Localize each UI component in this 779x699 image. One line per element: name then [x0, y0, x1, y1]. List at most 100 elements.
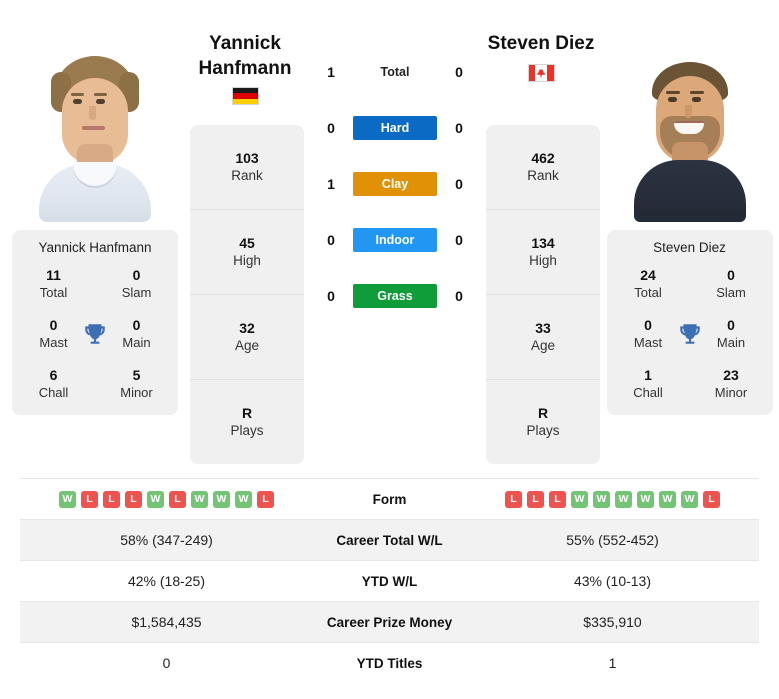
- left-ytd-wl: 42% (18-25): [20, 560, 313, 602]
- form-badge[interactable]: W: [59, 490, 76, 508]
- h2h-row-grass: 0 Grass 0: [304, 282, 486, 310]
- h2h-hard-left: 0: [327, 120, 335, 136]
- right-titles-slam-value: 0: [727, 267, 735, 283]
- form-badge[interactable]: L: [125, 490, 142, 508]
- left-titles-minor-value: 5: [132, 367, 141, 383]
- left-career-prize-money: $1,584,435: [20, 601, 313, 643]
- left-info-plays-label: Plays: [230, 423, 264, 438]
- left-titles-grid: 11 Total 0 Slam 0 Mast 0 Main 6 Chall 5 …: [12, 267, 178, 401]
- right-titles-chall-value: 1: [644, 367, 652, 383]
- right-info-age-value: 33: [535, 320, 551, 336]
- right-titles-slam: 0 Slam: [690, 267, 773, 301]
- left-titles-total-label: Total: [39, 285, 68, 300]
- stat-label-career-prize-money: Career Prize Money: [313, 601, 466, 643]
- form-badge[interactable]: L: [505, 490, 522, 508]
- h2h-grass-label[interactable]: Grass: [353, 284, 437, 308]
- form-badge[interactable]: W: [637, 490, 654, 508]
- form-badge[interactable]: L: [81, 490, 98, 508]
- right-info-age: 33 Age: [486, 295, 600, 380]
- left-info-high: 45 High: [190, 210, 304, 295]
- left-form-badges: W L L L W L W W W L: [20, 490, 313, 508]
- right-titles-slam-label: Slam: [716, 285, 746, 300]
- form-badge[interactable]: L: [257, 490, 274, 508]
- right-info-age-label: Age: [530, 338, 556, 353]
- right-form-cell: L L L W W W W W W L: [466, 478, 759, 520]
- h2h-hard-right: 0: [455, 120, 463, 136]
- form-badge[interactable]: W: [191, 490, 208, 508]
- left-titles-chall-label: Chall: [38, 385, 69, 400]
- right-career-prize-money: $335,910: [466, 601, 759, 643]
- left-titles-slam-label: Slam: [121, 285, 152, 300]
- left-titles-minor: 5 Minor: [95, 367, 178, 401]
- h2h-row-hard: 0 Hard 0: [304, 114, 486, 142]
- right-titles-grid: 24 Total 0 Slam 0 Mast 0 Main 1 Chall 23…: [607, 267, 773, 401]
- h2h-row-total: 1 Total 0: [304, 58, 486, 86]
- form-badge[interactable]: L: [527, 490, 544, 508]
- h2h-clay-right: 0: [455, 176, 463, 192]
- h2h-indoor-left: 0: [327, 232, 335, 248]
- player-comparison-page: Yannick Hanfmann 11 Total 0 Slam 0 Mast: [0, 0, 779, 699]
- form-badge[interactable]: L: [703, 490, 720, 508]
- right-titles-player-name: Steven Diez: [653, 240, 726, 255]
- right-titles-chall-label: Chall: [633, 385, 663, 400]
- right-info-plays-value: R: [537, 405, 549, 421]
- right-info-rank-label: Rank: [527, 168, 559, 183]
- form-badge[interactable]: W: [213, 490, 230, 508]
- right-form-badges: L L L W W W W W W L: [466, 490, 759, 508]
- h2h-total-left: 1: [327, 64, 335, 80]
- form-badge[interactable]: W: [659, 490, 676, 508]
- left-player-column: Yannick Hanfmann 11 Total 0 Slam 0 Mast: [0, 0, 190, 415]
- form-badge[interactable]: W: [615, 490, 632, 508]
- form-badge[interactable]: W: [681, 490, 698, 508]
- comparison-header: Yannick Hanfmann 11 Total 0 Slam 0 Mast: [0, 0, 779, 478]
- trophy-icon: [679, 324, 700, 344]
- form-badge[interactable]: W: [147, 490, 164, 508]
- left-titles-total: 11 Total: [12, 267, 95, 301]
- form-badge[interactable]: W: [593, 490, 610, 508]
- h2h-hard-label[interactable]: Hard: [353, 116, 437, 140]
- form-badge[interactable]: L: [169, 490, 186, 508]
- head-to-head-panel: 1 Total 0 0 Hard 0 1 Clay 0 0 Indoor 0 0: [304, 0, 486, 310]
- right-titles-minor: 23 Minor: [690, 367, 773, 401]
- right-player-column: Steven Diez 24 Total 0 Slam 0 Mast 0 Mai…: [600, 0, 779, 415]
- left-titles-slam: 0 Slam: [95, 267, 178, 301]
- form-badge[interactable]: L: [103, 490, 120, 508]
- left-info-rank-label: Rank: [231, 168, 263, 183]
- form-badge[interactable]: W: [571, 490, 588, 508]
- stat-label-ytd-wl: YTD W/L: [313, 560, 466, 602]
- left-ytd-titles: 0: [20, 642, 313, 684]
- left-titles-player-name: Yannick Hanfmann: [38, 240, 152, 255]
- h2h-grass-left: 0: [327, 288, 335, 304]
- left-info-high-value: 45: [239, 235, 255, 251]
- left-info-rank-value: 103: [235, 150, 259, 166]
- h2h-clay-label[interactable]: Clay: [353, 172, 437, 196]
- right-titles-total-value: 24: [640, 267, 656, 283]
- h2h-clay-left: 1: [327, 176, 335, 192]
- left-info-rank: 103 Rank: [190, 125, 304, 210]
- right-info-high: 134 High: [486, 210, 600, 295]
- form-badge[interactable]: L: [549, 490, 566, 508]
- right-ytd-wl: 43% (10-13): [466, 560, 759, 602]
- right-titles-chall: 1 Chall: [607, 367, 690, 401]
- right-titles-total-label: Total: [634, 285, 662, 300]
- right-info-plays: R Plays: [486, 380, 600, 464]
- right-info-rank-value: 462: [531, 150, 555, 166]
- left-form-cell: W L L L W L W W W L: [20, 478, 313, 520]
- left-info-card: 103 Rank 45 High 32 Age R Plays: [190, 125, 304, 464]
- right-info-card: 462 Rank 134 High 33 Age R Plays: [486, 125, 600, 464]
- table-row-career-total-wl: 58% (347-249) Career Total W/L 55% (552-…: [20, 519, 759, 561]
- left-info-age-label: Age: [234, 338, 260, 353]
- h2h-indoor-label[interactable]: Indoor: [353, 228, 437, 252]
- h2h-row-indoor: 0 Indoor 0: [304, 226, 486, 254]
- right-info-high-value: 134: [531, 235, 555, 251]
- left-titles-minor-label: Minor: [120, 385, 153, 400]
- form-badge[interactable]: W: [235, 490, 252, 508]
- h2h-grass-right: 0: [455, 288, 463, 304]
- left-player-photo: [0, 0, 190, 222]
- left-career-total-wl: 58% (347-249): [20, 519, 313, 561]
- left-titles-total-value: 11: [46, 267, 61, 283]
- right-info-plays-label: Plays: [526, 423, 560, 438]
- right-titles-minor-label: Minor: [714, 385, 748, 400]
- right-player-photo: [600, 0, 779, 222]
- comparison-stats-table: W L L L W L W W W L Form L L L W W W W W…: [20, 478, 759, 684]
